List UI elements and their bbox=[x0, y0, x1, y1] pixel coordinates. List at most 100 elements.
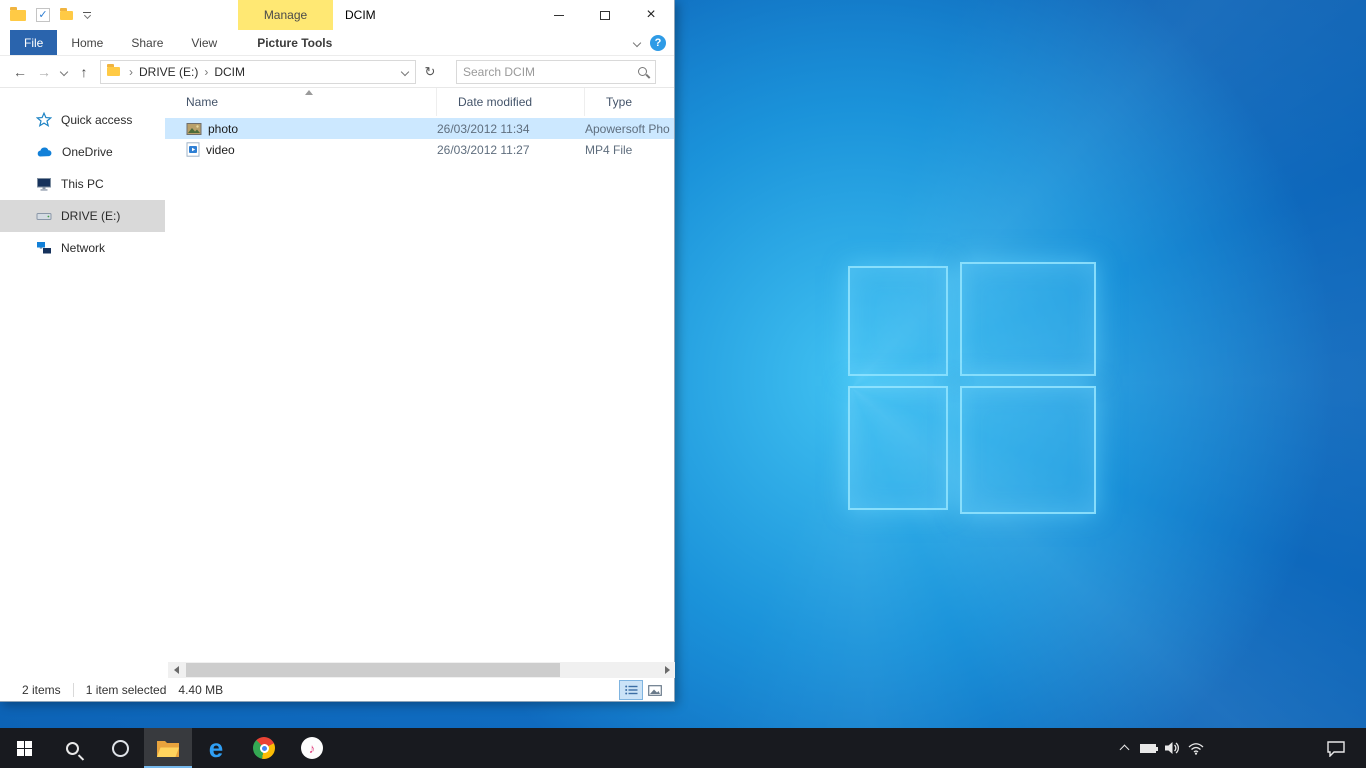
forward-button[interactable]: → bbox=[32, 60, 56, 84]
breadcrumb-separator: › bbox=[202, 65, 210, 79]
sidebar-item-onedrive[interactable]: OneDrive bbox=[0, 136, 165, 168]
up-button[interactable]: ↑ bbox=[72, 60, 96, 84]
close-button[interactable]: × bbox=[628, 0, 674, 30]
close-icon: × bbox=[646, 7, 655, 23]
scrollbar-track[interactable] bbox=[184, 662, 659, 678]
customize-qat-chevron-icon[interactable] bbox=[83, 12, 91, 18]
status-divider bbox=[73, 683, 74, 697]
network-icon bbox=[36, 241, 52, 255]
breadcrumb-drive[interactable]: DRIVE (E:) bbox=[135, 65, 202, 79]
location-folder-icon bbox=[107, 67, 120, 76]
sidebar-item-quick-access[interactable]: Quick access bbox=[0, 104, 165, 136]
windows-start-icon bbox=[17, 741, 32, 756]
sidebar-item-drive-e[interactable]: DRIVE (E:) bbox=[0, 200, 165, 232]
column-header-name[interactable]: Name bbox=[165, 88, 437, 116]
sort-ascending-icon bbox=[305, 90, 313, 95]
search-icon[interactable] bbox=[638, 67, 647, 76]
column-label: Date modified bbox=[458, 95, 532, 109]
back-button[interactable]: ← bbox=[8, 60, 32, 84]
maximize-button[interactable] bbox=[582, 0, 628, 30]
table-row-video[interactable]: video 26/03/2012 11:27 MP4 File bbox=[165, 139, 674, 160]
scroll-left-button[interactable] bbox=[168, 662, 184, 678]
tab-view[interactable]: View bbox=[177, 30, 231, 55]
battery-tray-button[interactable] bbox=[1136, 728, 1160, 768]
status-bar: 2 items 1 item selected 4.40 MB bbox=[0, 678, 674, 702]
search-box bbox=[456, 60, 656, 84]
properties-icon[interactable]: ✓ bbox=[36, 8, 50, 22]
network-tray-button[interactable] bbox=[1184, 728, 1208, 768]
items-count: 2 items bbox=[22, 683, 73, 697]
minimize-button[interactable] bbox=[536, 0, 582, 30]
sidebar-item-network[interactable]: Network bbox=[0, 232, 165, 264]
type-cell: MP4 File bbox=[585, 143, 674, 157]
new-folder-icon[interactable] bbox=[60, 11, 73, 20]
volume-tray-button[interactable] bbox=[1160, 728, 1184, 768]
tab-home[interactable]: Home bbox=[57, 30, 117, 55]
manage-context-group[interactable]: Manage bbox=[238, 0, 333, 30]
minimize-icon bbox=[554, 15, 564, 16]
start-button[interactable] bbox=[0, 728, 48, 768]
taskbar-itunes-button[interactable]: ♪ bbox=[288, 728, 336, 768]
windows-logo-pane bbox=[960, 386, 1096, 514]
details-view-icon bbox=[625, 685, 638, 695]
type-cell: Apowersoft Pho bbox=[585, 122, 674, 136]
windows-logo-pane bbox=[848, 266, 948, 376]
file-explorer-window: ✓ Manage DCIM × File Home Share View Pic… bbox=[0, 0, 675, 702]
desktop-screen: ✓ Manage DCIM × File Home Share View Pic… bbox=[0, 0, 1366, 768]
show-hidden-icons-button[interactable] bbox=[1112, 728, 1136, 768]
file-name: photo bbox=[208, 122, 238, 136]
speaker-icon bbox=[1164, 741, 1180, 755]
system-tray bbox=[1112, 728, 1208, 768]
taskbar-search-button[interactable] bbox=[48, 728, 96, 768]
cortana-icon bbox=[112, 740, 129, 757]
search-icon bbox=[66, 742, 79, 755]
wifi-icon bbox=[1188, 742, 1204, 755]
tab-picture-tools[interactable]: Picture Tools bbox=[243, 30, 346, 55]
column-headers: Name Date modified Type bbox=[165, 88, 674, 116]
cloud-icon bbox=[36, 145, 53, 159]
edge-icon: e bbox=[209, 735, 223, 761]
navigation-pane: Quick access OneDrive This PC bbox=[0, 88, 165, 662]
quick-access-toolbar: ✓ bbox=[10, 0, 91, 30]
tab-file[interactable]: File bbox=[10, 30, 57, 55]
taskbar-file-explorer-button[interactable] bbox=[144, 728, 192, 768]
drive-icon bbox=[36, 209, 52, 223]
action-center-icon bbox=[1326, 740, 1346, 757]
breadcrumb-dcim[interactable]: DCIM bbox=[210, 65, 249, 79]
maximize-icon bbox=[600, 11, 610, 20]
taskbar-left-group: e ♪ bbox=[0, 728, 336, 768]
column-header-type[interactable]: Type bbox=[585, 88, 674, 116]
refresh-button[interactable]: ↻ bbox=[418, 60, 442, 84]
windows-logo-pane bbox=[848, 386, 948, 510]
large-icons-view-button[interactable] bbox=[644, 681, 666, 699]
search-input[interactable] bbox=[463, 65, 638, 79]
address-dropdown-chevron-icon[interactable] bbox=[395, 69, 415, 75]
scrollbar-thumb[interactable] bbox=[186, 663, 560, 677]
sidebar-item-label: This PC bbox=[61, 177, 104, 191]
scroll-right-button[interactable] bbox=[659, 662, 675, 678]
view-toggles bbox=[620, 681, 666, 699]
column-label: Name bbox=[186, 95, 218, 109]
sidebar-item-this-pc[interactable]: This PC bbox=[0, 168, 165, 200]
action-center-button[interactable] bbox=[1312, 728, 1360, 768]
address-bar[interactable]: › DRIVE (E:) › DCIM bbox=[100, 60, 416, 84]
caption-buttons: × bbox=[536, 0, 674, 30]
taskbar-chrome-button[interactable] bbox=[240, 728, 288, 768]
table-row-photo[interactable]: photo 26/03/2012 11:34 Apowersoft Pho bbox=[165, 118, 674, 139]
tab-share[interactable]: Share bbox=[117, 30, 177, 55]
sidebar-item-label: OneDrive bbox=[62, 145, 113, 159]
file-explorer-icon bbox=[156, 739, 180, 758]
explorer-window-icon bbox=[10, 10, 26, 21]
help-button[interactable]: ? bbox=[650, 35, 666, 51]
windows-logo-pane bbox=[960, 262, 1096, 376]
sidebar-item-label: DRIVE (E:) bbox=[61, 209, 120, 223]
taskbar-edge-button[interactable]: e bbox=[192, 728, 240, 768]
star-icon bbox=[36, 112, 52, 128]
expand-ribbon-chevron-icon[interactable] bbox=[633, 39, 641, 47]
details-view-button[interactable] bbox=[620, 681, 642, 699]
cortana-button[interactable] bbox=[96, 728, 144, 768]
address-bar-row: ← → ↑ › DRIVE (E:) › DCIM ↻ bbox=[0, 56, 674, 88]
date-modified-cell: 26/03/2012 11:34 bbox=[437, 122, 585, 136]
recent-locations-chevron-icon[interactable] bbox=[56, 60, 72, 84]
column-header-date-modified[interactable]: Date modified bbox=[437, 88, 585, 116]
